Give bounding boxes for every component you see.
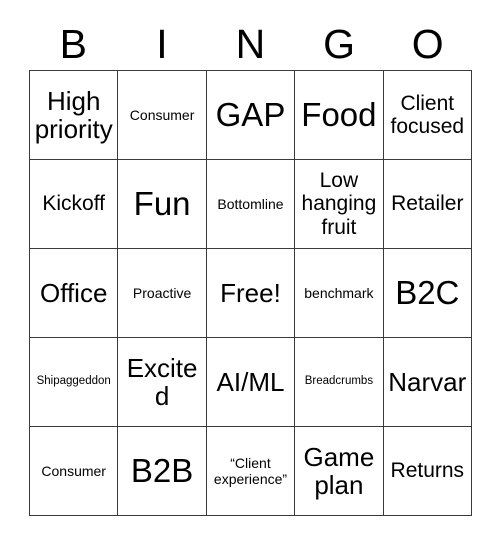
bingo-cell-label: B2B xyxy=(130,451,194,489)
bingo-cell-label: Office xyxy=(39,277,108,308)
bingo-header-row: B I N G O xyxy=(29,18,472,70)
bingo-header-letter-i: I xyxy=(156,20,168,67)
bingo-cell[interactable]: Breadcrumbs xyxy=(295,338,384,427)
bingo-cell-label: Excited xyxy=(126,352,198,411)
bingo-cell-label: High priority xyxy=(34,85,113,144)
bingo-cell[interactable]: B2C xyxy=(383,249,472,338)
bingo-cell-label: Fun xyxy=(133,184,191,222)
bingo-cell[interactable]: Consumer xyxy=(30,427,119,516)
bingo-header-letter-g: G xyxy=(323,20,356,67)
bingo-cell-label: Game plan xyxy=(303,441,375,500)
bingo-cell[interactable]: Shipaggeddon xyxy=(30,338,119,427)
bingo-cell-label: GAP xyxy=(215,95,286,133)
bingo-cell-label: benchmark xyxy=(304,284,374,301)
bingo-cell[interactable]: Food xyxy=(295,71,384,160)
bingo-cell[interactable]: Bottomline xyxy=(206,160,296,249)
bingo-grid: High priority Consumer GAP Food Client f… xyxy=(29,70,472,516)
bingo-cell[interactable]: Office xyxy=(30,249,119,338)
bingo-cell-label: Shipaggeddon xyxy=(36,375,111,388)
bingo-cell[interactable]: AI/ML xyxy=(206,338,296,427)
bingo-cell-label: Free! xyxy=(220,277,281,308)
bingo-header-letter-n: N xyxy=(235,20,266,67)
bingo-cell-label: Consumer xyxy=(129,106,195,123)
bingo-cell-label: B2C xyxy=(395,273,460,311)
bingo-cell-label: Low hanging fruit xyxy=(301,169,377,239)
bingo-header-letter-o: O xyxy=(411,20,444,67)
bingo-cell[interactable]: Narvar xyxy=(383,338,472,427)
bingo-cell-label: Proactive xyxy=(132,284,192,301)
bingo-cell[interactable]: High priority xyxy=(30,71,119,160)
bingo-cell[interactable]: Consumer xyxy=(118,71,207,160)
bingo-cell-label: Bottomline xyxy=(217,195,284,212)
bingo-cell[interactable]: B2B xyxy=(118,427,207,516)
bingo-header-letter-b: B xyxy=(59,20,87,67)
bingo-cell[interactable]: Low hanging fruit xyxy=(295,160,384,249)
bingo-cell-label: Food xyxy=(301,95,377,133)
bingo-cell[interactable]: Kickoff xyxy=(30,160,119,249)
bingo-cell[interactable]: Fun xyxy=(118,160,207,249)
bingo-cell[interactable]: Client focused xyxy=(383,71,472,160)
bingo-cell[interactable]: benchmark xyxy=(295,249,384,338)
bingo-cell-label: Consumer xyxy=(41,462,106,479)
bingo-cell[interactable]: GAP xyxy=(206,71,296,160)
bingo-cell[interactable]: Proactive xyxy=(118,249,207,338)
bingo-cell-label: Narvar xyxy=(388,366,467,397)
bingo-cell-label: Kickoff xyxy=(42,192,106,216)
bingo-card: B I N G O High priority Consumer GAP Foo… xyxy=(0,0,500,544)
bingo-cell-label: Retailer xyxy=(391,192,464,216)
bingo-cell-label: AI/ML xyxy=(216,366,285,397)
bingo-cell[interactable]: “Client experience” xyxy=(206,427,296,516)
bingo-cell[interactable]: Returns xyxy=(383,427,472,516)
bingo-cell-label: Client focused xyxy=(390,91,465,138)
bingo-cell-free[interactable]: Free! xyxy=(206,249,296,338)
bingo-cell-label: Returns xyxy=(390,459,465,483)
bingo-cell-label: Breadcrumbs xyxy=(304,375,374,388)
bingo-cell[interactable]: Retailer xyxy=(383,160,472,249)
bingo-cell-label: “Client experience” xyxy=(213,454,288,487)
bingo-cell[interactable]: Game plan xyxy=(295,427,384,516)
bingo-cell[interactable]: Excited xyxy=(118,338,207,427)
